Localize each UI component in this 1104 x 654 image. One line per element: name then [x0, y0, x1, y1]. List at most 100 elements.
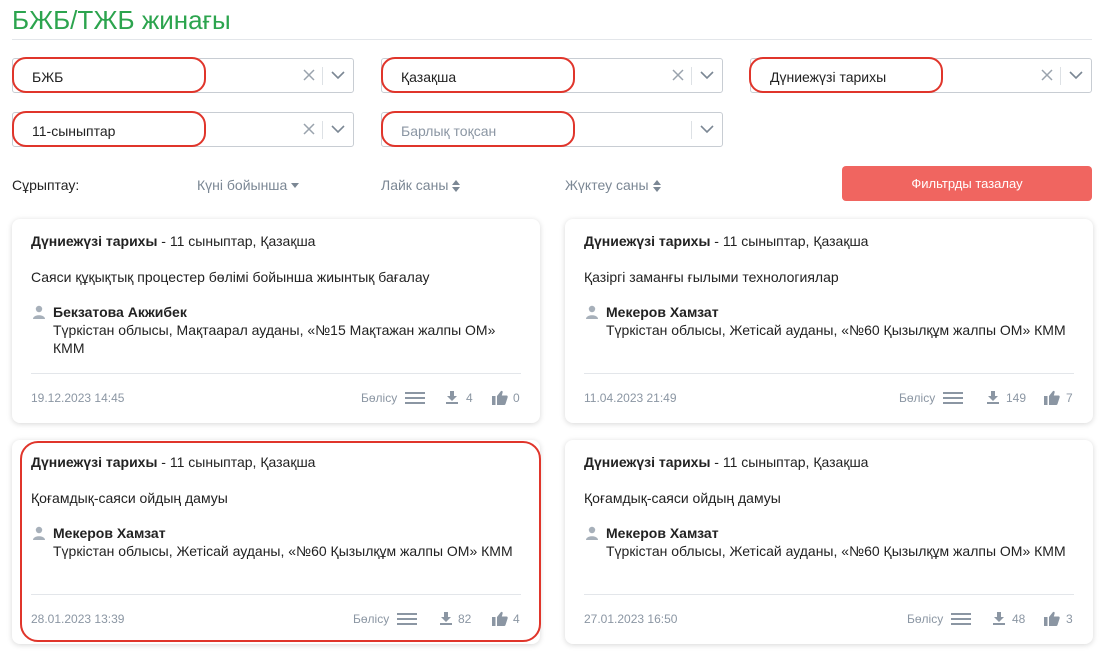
card-meta: - 11 сыныптар, Қазақша [157, 454, 316, 470]
resource-card[interactable]: Дүниежүзі тарихы - 11 сыныптар, Қазақша Қ… [565, 219, 1093, 423]
language-select-value: Қазақша [401, 69, 457, 85]
sort-by-downloads[interactable]: Жүктеу саны [565, 177, 661, 193]
card-date: 19.12.2023 14:45 [31, 391, 125, 405]
card-organization: Түркістан облысы, Жетісай ауданы, «№60 Қ… [53, 543, 513, 559]
chevron-down-icon[interactable] [329, 66, 347, 84]
download-count: 48 [1012, 612, 1026, 626]
subject-select[interactable]: Дүниежүзі тарихы [750, 58, 1092, 93]
card-meta: - 11 сыныптар, Қазақша [157, 233, 316, 249]
download-count: 149 [1006, 391, 1027, 405]
share-label[interactable]: Бөлісу [361, 391, 397, 405]
card-subject: Дүниежүзі тарихы [584, 233, 711, 249]
select-separator [691, 67, 692, 85]
clear-icon[interactable] [300, 66, 318, 84]
card-organization: Түркістан облысы, Жетісай ауданы, «№60 Қ… [606, 543, 1066, 559]
like-count: 0 [513, 391, 520, 405]
select-separator [1060, 67, 1061, 85]
share-label[interactable]: Бөлісу [907, 612, 943, 626]
subject-select-value: Дүниежүзі тарихы [770, 69, 887, 85]
card-divider [31, 373, 521, 374]
chevron-down-icon[interactable] [698, 120, 716, 138]
sort-label: Сұрыптау: [12, 177, 80, 193]
share-label[interactable]: Бөлісу [899, 391, 935, 405]
thumbs-up-icon[interactable] [1044, 390, 1060, 405]
like-count: 3 [1066, 612, 1073, 626]
card-date: 27.01.2023 16:50 [584, 612, 678, 626]
like-count: 7 [1066, 391, 1073, 405]
card-organization: Түркістан облысы, Жетісай ауданы, «№60 Қ… [606, 322, 1066, 338]
card-author: Мекеров Хамзат [606, 304, 719, 320]
chevron-down-icon[interactable] [329, 120, 347, 138]
thumbs-up-icon[interactable] [492, 390, 508, 405]
chevron-down-icon[interactable] [698, 66, 716, 84]
quarter-select[interactable]: Барлық тоқсан [381, 112, 723, 147]
download-icon[interactable] [986, 390, 1000, 404]
card-date: 11.04.2023 21:49 [584, 391, 677, 405]
card-author: Бекзатова Акжибек [53, 304, 187, 320]
user-icon [33, 526, 45, 540]
sort-by-date[interactable]: Күні бойынша [197, 177, 300, 193]
menu-lines-icon[interactable] [943, 391, 963, 405]
menu-lines-icon[interactable] [405, 391, 425, 405]
card-subject: Дүниежүзі тарихы [31, 454, 158, 470]
thumbs-up-icon[interactable] [492, 611, 508, 626]
card-topic[interactable]: Қоғамдық-саяси ойдың дамуы [584, 490, 781, 506]
sort-desc-icon [291, 183, 300, 189]
language-select[interactable]: Қазақша [381, 58, 723, 93]
sort-both-icon [652, 180, 661, 193]
download-icon[interactable] [445, 390, 459, 404]
grade-select[interactable]: 11-сыныптар [12, 112, 354, 147]
card-topic[interactable]: Қазіргі заманғы ғылыми технологиялар [584, 269, 839, 285]
card-topic[interactable]: Саяси құқықтық процестер бөлімі бойынша … [31, 269, 429, 285]
card-topic[interactable]: Қоғамдық-саяси ойдың дамуы [31, 490, 228, 506]
card-divider [584, 373, 1074, 374]
card-subject: Дүниежүзі тарихы [31, 233, 158, 249]
download-count: 4 [466, 391, 473, 405]
card-author: Мекеров Хамзат [53, 525, 166, 541]
menu-lines-icon[interactable] [951, 612, 971, 626]
page-title: БЖБ/ТЖБ жинағы [12, 5, 231, 35]
clear-icon[interactable] [669, 66, 687, 84]
clear-icon[interactable] [1038, 66, 1056, 84]
clear-filters-button[interactable]: Фильтрды тазалау [842, 166, 1092, 201]
sort-by-date-label: Күні бойынша [197, 177, 288, 193]
resource-card[interactable]: Дүниежүзі тарихы - 11 сыныптар, Қазақша С… [12, 219, 540, 423]
card-header: Дүниежүзі тарихы - 11 сыныптар, Қазақша [31, 454, 315, 470]
type-select-value: БЖБ [32, 69, 64, 85]
download-icon[interactable] [439, 611, 453, 625]
sort-by-likes[interactable]: Лайк саны [381, 177, 461, 193]
card-meta: - 11 сыныптар, Қазақша [710, 454, 869, 470]
card-header: Дүниежүзі тарихы - 11 сыныптар, Қазақша [31, 233, 315, 249]
sort-both-icon [452, 180, 461, 193]
card-divider [584, 594, 1074, 595]
card-header: Дүниежүзі тарихы - 11 сыныптар, Қазақша [584, 454, 868, 470]
chevron-down-icon[interactable] [1067, 66, 1085, 84]
select-separator [322, 67, 323, 85]
title-divider [12, 39, 1092, 40]
card-meta: - 11 сыныптар, Қазақша [710, 233, 869, 249]
select-separator [322, 121, 323, 139]
thumbs-up-icon[interactable] [1044, 611, 1060, 626]
card-subject: Дүниежүзі тарихы [584, 454, 711, 470]
download-count: 82 [458, 612, 472, 626]
clear-icon[interactable] [300, 120, 318, 138]
sort-by-downloads-label: Жүктеу саны [565, 177, 649, 193]
menu-lines-icon[interactable] [397, 612, 417, 626]
sort-by-likes-label: Лайк саны [381, 177, 449, 193]
select-separator [691, 121, 692, 139]
user-icon [33, 305, 45, 319]
resource-card[interactable]: Дүниежүзі тарихы - 11 сыныптар, Қазақша Қ… [565, 440, 1093, 644]
grade-select-value: 11-сыныптар [32, 123, 116, 139]
user-icon [586, 526, 598, 540]
type-select[interactable]: БЖБ [12, 58, 354, 93]
like-count: 4 [513, 612, 520, 626]
resource-card[interactable]: Дүниежүзі тарихы - 11 сыныптар, Қазақша Қ… [12, 440, 540, 644]
card-date: 28.01.2023 13:39 [31, 612, 125, 626]
share-label[interactable]: Бөлісу [353, 612, 389, 626]
user-icon [586, 305, 598, 319]
quarter-select-placeholder: Барлық тоқсан [401, 123, 497, 139]
card-divider [31, 594, 521, 595]
card-organization: Түркістан облысы, Мақтаарал ауданы, «№15… [53, 322, 496, 356]
card-header: Дүниежүзі тарихы - 11 сыныптар, Қазақша [584, 233, 868, 249]
download-icon[interactable] [992, 611, 1006, 625]
